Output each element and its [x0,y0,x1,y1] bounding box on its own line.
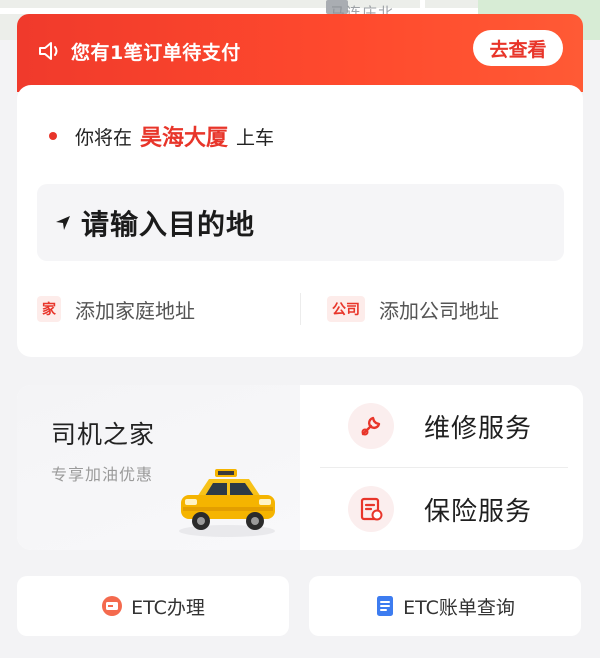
service-icon-bg [348,403,394,449]
quick-address-row: 家 添加家庭地址 公司 添加公司地址 [17,285,583,333]
banner-message: 您有1笔订单待支付 [71,42,241,64]
add-work-address-button[interactable]: 公司 添加公司地址 [327,285,499,333]
service-icon-bg [348,486,394,532]
add-home-address-button[interactable]: 家 添加家庭地址 [37,285,195,333]
speaker-icon [39,42,58,60]
pickup-place: 昊海大厦 [140,126,229,151]
work-address-label: 添加公司地址 [379,298,499,323]
etc-apply-button[interactable]: ETC办理 [17,576,289,636]
etc-card-icon [102,596,123,616]
navigation-arrow-icon [56,215,70,230]
home-address-label: 添加家庭地址 [75,298,195,323]
pending-payment-banner: 您有1笔订单待支付 去查看 [17,14,583,92]
ride-request-card: 你将在 昊海大厦 上车 请输入目的地 家 添加家庭地址 公司 添加公司地址 [17,85,583,357]
driver-home-entry[interactable]: 司机之家 专享加油优惠 [17,385,300,550]
pickup-dot-icon [49,132,57,140]
destination-placeholder: 请输入目的地 [81,207,256,241]
etc-apply-label: ETC办理 [131,596,205,619]
driver-home-title: 司机之家 [51,420,156,449]
pickup-location[interactable]: 你将在 昊海大厦 上车 [49,120,274,152]
service-list: 维修服务 保险服务 [300,385,583,550]
work-tag: 公司 [327,296,365,322]
bill-document-icon [377,596,394,616]
driver-home-card: 司机之家 专享加油优惠 维修服务 保险服务 [17,385,583,550]
destination-input[interactable]: 请输入目的地 [37,184,564,261]
pickup-prefix: 你将在 [75,126,133,149]
insurance-service-label: 保险服务 [424,496,533,527]
home-tag: 家 [37,296,61,322]
pickup-suffix: 上车 [236,126,275,149]
etc-bill-button[interactable]: ETC账单查询 [309,576,581,636]
wrench-icon [361,416,381,436]
taxi-icon [179,469,275,537]
repair-service-button[interactable]: 维修服务 [300,385,583,467]
divider [300,293,301,325]
insurance-document-icon [360,497,383,521]
driver-home-subtitle: 专享加油优惠 [51,465,154,484]
etc-bill-label: ETC账单查询 [403,596,515,619]
view-order-button[interactable]: 去查看 [473,30,563,66]
repair-service-label: 维修服务 [424,413,533,444]
insurance-service-button[interactable]: 保险服务 [300,468,583,550]
